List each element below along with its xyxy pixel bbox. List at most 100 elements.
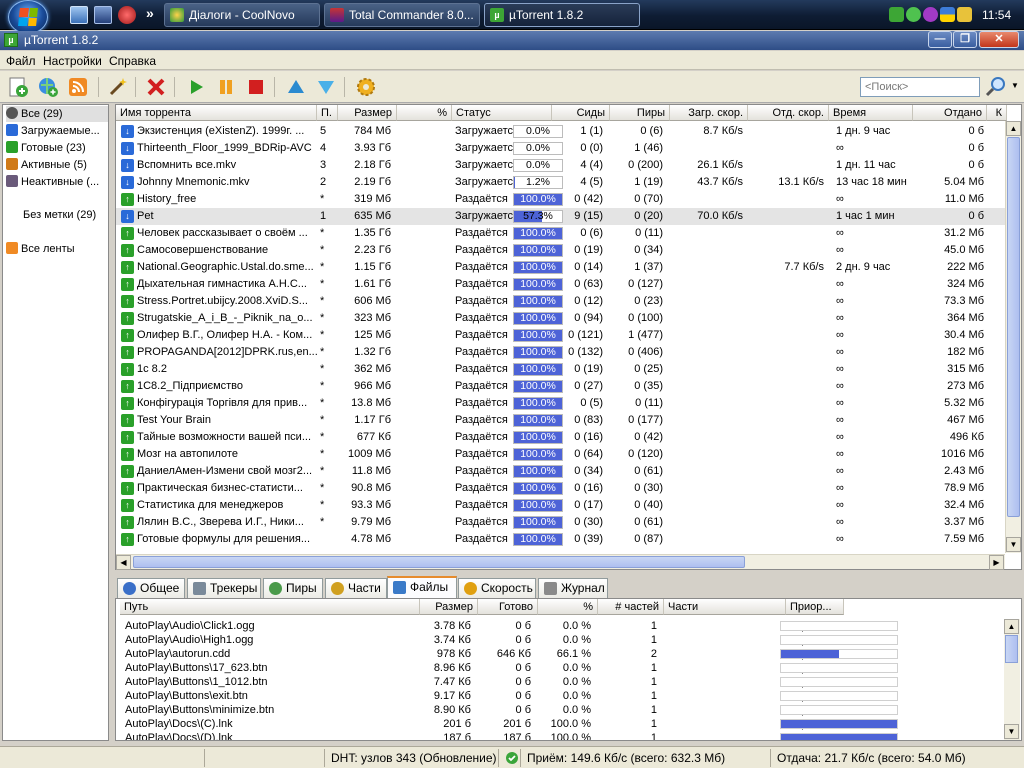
preferences-button[interactable] <box>354 75 378 99</box>
tab-log[interactable]: Журнал <box>538 578 608 598</box>
create-torrent-button[interactable] <box>106 75 130 99</box>
scroll-down-arrow[interactable]: ▼ <box>1006 537 1021 552</box>
torrent-row[interactable]: ↑ Человек рассказывает о своём ... * 1.35 Г… <box>116 225 1006 242</box>
file-row[interactable]: AutoPlay\Buttons\1_1012.btn 7.47 Кб 0 б 0.0… <box>116 675 1006 689</box>
filter-completed[interactable]: Готовые (23) <box>6 140 108 156</box>
clock[interactable]: 11:54 <box>982 8 1011 22</box>
move-down-queue-button[interactable] <box>314 75 338 99</box>
tab-pieces[interactable]: Части <box>325 578 387 598</box>
torrent-row[interactable]: ↓ Thirteenth_Floor_1999_BDRip-AVC 4 3.93 Гб… <box>116 140 1006 157</box>
filter-downloading[interactable]: Загружаемые... <box>6 123 108 139</box>
torrent-row[interactable]: ↑ History_free * 319 Мб Раздаётся 0 (42) 0 (70… <box>116 191 1006 208</box>
torrent-row[interactable]: ↓ Pet 1 635 Мб Загружается 9 (15) 0 (20) 70.0 К… <box>116 208 1006 225</box>
torrent-row[interactable]: ↓ Вспомнить все.mkv 3 2.18 Гб Загружается 4 (… <box>116 157 1006 174</box>
torrent-row[interactable]: ↑ PROPAGANDA[2012]DPRK.rus,en... * 1.32 Гб Р… <box>116 344 1006 361</box>
filter-all-feeds[interactable]: Все ленты <box>6 241 108 257</box>
show-desktop-icon[interactable] <box>70 6 88 24</box>
tab-files[interactable]: Файлы <box>387 576 457 598</box>
file-row[interactable]: AutoPlay\Docs\(C).lnk201 б201 б100.0 %1н… <box>116 717 1006 731</box>
file-row[interactable]: AutoPlay\Audio\High1.ogg 3.74 Кб 0 б 0.0 % 1… <box>116 633 1006 647</box>
check-tray-icon[interactable] <box>906 7 921 22</box>
torrent-row[interactable]: ↑ Дыхательная гимнастика А.Н.С... * 1.61 Гб… <box>116 276 1006 293</box>
torrent-row[interactable]: ↑ Конфігурація Торгівля для прив... * 13.8 … <box>116 395 1006 412</box>
remove-button[interactable] <box>144 75 168 99</box>
col-pieces-header[interactable]: Части <box>664 599 786 615</box>
torrent-row[interactable]: ↑ Статистика для менеджеров * 93.3 Мб Раздаё… <box>116 497 1006 514</box>
minimize-button[interactable]: — <box>928 31 952 48</box>
menu-file[interactable]: Файл <box>6 54 36 68</box>
torrent-row[interactable]: ↑ National.Geographic.Ustal.do.sme... * 1.1… <box>116 259 1006 276</box>
search-button[interactable] <box>984 76 1008 98</box>
menu-help[interactable]: Справка <box>109 54 156 68</box>
col-file-size-header[interactable]: Размер <box>420 599 478 615</box>
torrent-list-horizontal-scrollbar[interactable]: ◀ ▶ <box>116 554 1005 570</box>
torrent-row[interactable]: ↑ Strugatskie_A_i_B_-_Piknik_na_o... * 323 … <box>116 310 1006 327</box>
window-titlebar[interactable]: µ µTorrent 1.8.2 — ❐ ✕ <box>0 31 1024 50</box>
filter-all[interactable]: Все (29) <box>6 106 108 122</box>
col-percent-header[interactable]: % <box>397 105 452 121</box>
start-button[interactable] <box>8 0 48 34</box>
col-size-header[interactable]: Размер <box>338 105 397 121</box>
col-file-percent-header[interactable]: % <box>538 599 598 615</box>
files-scroll-up-arrow[interactable]: ▲ <box>1004 619 1019 634</box>
torrent-row[interactable]: ↑ Самосовершенствование * 2.23 Гб Раздаётся 0… <box>116 242 1006 259</box>
search-dropdown-arrow[interactable]: ▼ <box>1011 81 1019 90</box>
filter-no-label[interactable]: Без метки (29) <box>23 207 108 223</box>
col-queue-header[interactable]: П. <box>317 105 338 121</box>
tab-peers[interactable]: Пиры <box>263 578 323 598</box>
col-down-speed-header[interactable]: Загр. скор. <box>670 105 748 121</box>
quicklaunch-opera-icon[interactable] <box>118 6 136 24</box>
torrent-row[interactable]: ↑ 1с 8.2 * 362 Мб Раздаётся 0 (19) 0 (25) ∞ 315 … <box>116 361 1006 378</box>
files-scroll-thumb[interactable] <box>1005 635 1018 663</box>
quicklaunch-app-icon[interactable] <box>94 6 112 24</box>
language-tray-icon[interactable] <box>940 7 955 22</box>
files-vertical-scrollbar[interactable]: ▲ ▼ <box>1004 619 1020 740</box>
filter-inactive[interactable]: Неактивные (... <box>6 174 108 190</box>
scroll-up-arrow[interactable]: ▲ <box>1006 121 1021 136</box>
torrent-row[interactable]: ↑ Лялин В.С., Зверева И.Г., Ники... * 9.79 … <box>116 514 1006 531</box>
torrent-row[interactable]: ↑ Готовые формулы для решения... 4.78 Мб Ра… <box>116 531 1006 548</box>
tab-speed[interactable]: Скорость <box>458 578 536 598</box>
scroll-right-arrow[interactable]: ▶ <box>989 555 1004 570</box>
torrent-row[interactable]: ↑ Stress.Portret.ubijcy.2008.XviD.S... * 60… <box>116 293 1006 310</box>
torrent-row[interactable]: ↑ Мозг на автопилоте * 1009 Мб Раздаётся 0 (6… <box>116 446 1006 463</box>
stop-button[interactable] <box>244 75 268 99</box>
torrent-row[interactable]: ↑ Test Your Brain * 1.17 Гб Раздаётся 0 (83) 0… <box>116 412 1006 429</box>
quicklaunch-chevron[interactable]: » <box>146 5 154 21</box>
utorrent-tray-icon[interactable] <box>889 7 904 22</box>
files-scroll-down-arrow[interactable]: ▼ <box>1004 724 1019 739</box>
tab-trackers[interactable]: Трекеры <box>187 578 261 598</box>
task-coolnovo[interactable]: Діалоги - CoolNovo <box>164 3 320 27</box>
pause-button[interactable] <box>214 75 238 99</box>
torrent-row[interactable]: ↑ 1С8.2_Підприємство * 966 Мб Раздаётся 0 (27… <box>116 378 1006 395</box>
menu-settings[interactable]: Настройки <box>43 54 102 68</box>
file-row[interactable]: AutoPlay\autorun.cdd978 Кб646 Кб66.1 %2н… <box>116 647 1006 661</box>
move-up-queue-button[interactable] <box>284 75 308 99</box>
col-up-speed-header[interactable]: Отд. скор. <box>748 105 829 121</box>
file-row[interactable]: AutoPlay\Buttons\17_623.btn 8.96 Кб 0 б 0.0… <box>116 661 1006 675</box>
col-ratio-header[interactable]: К <box>987 105 1007 121</box>
rss-button[interactable] <box>66 75 90 99</box>
p-tray-icon[interactable] <box>923 7 938 22</box>
col-seeds-header[interactable]: Сиды <box>552 105 610 121</box>
col-priority-header[interactable]: Приор... <box>786 599 844 615</box>
col-pieces-count-header[interactable]: # частей <box>598 599 664 615</box>
col-peers-header[interactable]: Пиры <box>610 105 670 121</box>
col-done-header[interactable]: Готово <box>478 599 538 615</box>
maximize-button[interactable]: ❐ <box>953 31 977 48</box>
torrent-row[interactable]: ↑ ДаниелАмен-Измени свой мозг2... * 11.8 Мб… <box>116 463 1006 480</box>
torrent-row[interactable]: ↑ Олифер В.Г., Олифер Н.А. - Ком... * 125 М… <box>116 327 1006 344</box>
horizontal-scroll-thumb[interactable] <box>133 556 745 568</box>
file-row[interactable]: AutoPlay\Buttons\exit.btn 9.17 Кб 0 б 0.0 %… <box>116 689 1006 703</box>
network-tray-icon[interactable] <box>957 7 972 22</box>
close-button[interactable]: ✕ <box>979 31 1019 48</box>
col-uploaded-header[interactable]: Отдано <box>913 105 987 121</box>
task-total-commander[interactable]: Total Commander 8.0... <box>324 3 480 27</box>
task-utorrent[interactable]: µ µTorrent 1.8.2 <box>484 3 640 27</box>
col-status-header[interactable]: Статус <box>452 105 552 121</box>
col-eta-header[interactable]: Время <box>829 105 913 121</box>
start-button-toolbar[interactable] <box>184 75 208 99</box>
torrent-row[interactable]: ↓ Экзистенция (eXistenZ). 1999г. ... 5 784 … <box>116 123 1006 140</box>
col-path-header[interactable]: Путь <box>120 599 420 615</box>
torrent-row[interactable]: ↑ Практическая бизнес-статисти... * 90.8 Мб… <box>116 480 1006 497</box>
